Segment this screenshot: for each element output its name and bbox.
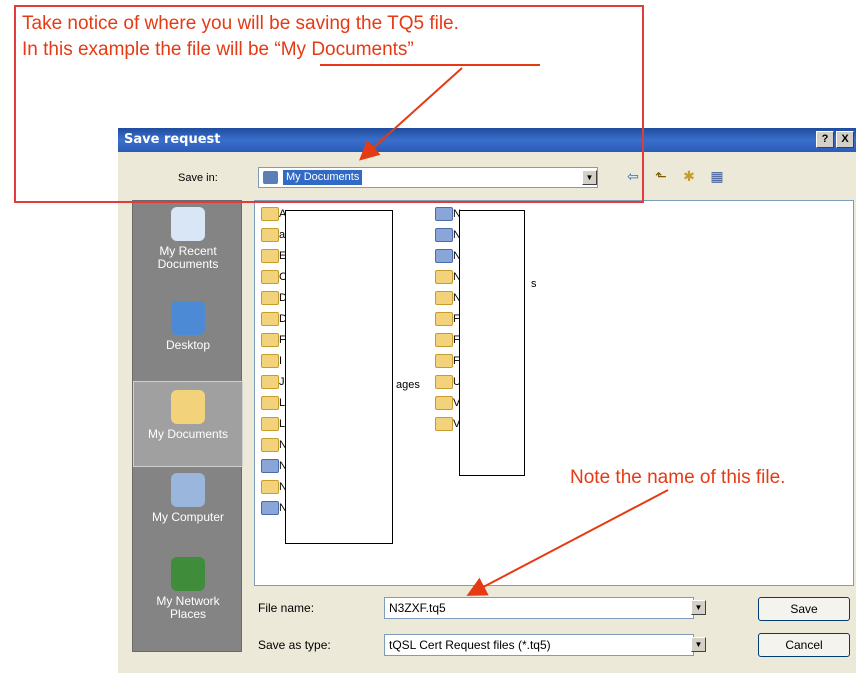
view-menu-icon[interactable]: ▦ [707,166,727,186]
folder-icon [435,396,453,410]
folder-icon [261,312,279,326]
place-my-computer[interactable]: My Computer [133,473,243,524]
file-name-fragment: J [279,376,285,388]
save-as-type-select[interactable]: tQSL Cert Request files (*.tq5) [384,634,694,656]
folder-icon [261,291,279,305]
folder-icon [435,291,453,305]
folder-icon [261,228,279,242]
place-label: My Recent [159,244,217,258]
annotation-line-2-quote: “My Documents” [274,39,414,60]
folder-icon [261,270,279,284]
folder-icon [435,417,453,431]
annotation-underline [320,64,540,66]
file-name-label: File name: [258,601,315,615]
folder-icon [435,228,453,242]
folder-icon [261,333,279,347]
place-label: My Network [156,594,220,608]
folder-icon [261,459,279,473]
recent-documents-icon [171,207,205,241]
redaction-box [459,210,525,476]
place-label: Documents [157,257,219,271]
desktop-icon [171,301,205,335]
folder-icon [261,438,279,452]
annotation-line-1: Take notice of where you will be saving … [22,13,459,34]
my-computer-icon [171,473,205,507]
file-list[interactable]: AaECDDFIJLLNNNN NNNNNFFFUVV s ages s [254,200,854,586]
place-label: My Documents [147,427,229,441]
save-as-type-label: Save as type: [258,638,331,652]
file-name-chevron-down-icon[interactable]: ▼ [691,600,706,615]
folder-icon [435,333,453,347]
folder-icon [435,354,453,368]
file-name-input[interactable]: N3ZXF.tq5 [384,597,694,619]
new-folder-icon[interactable]: ✱ [679,166,699,186]
annotation-line-2: In this example the file will be “My Doc… [22,38,414,62]
folder-icon [435,270,453,284]
my-network-places-icon [171,557,205,591]
up-one-level-icon[interactable]: ⬑ [651,166,671,186]
help-button[interactable]: ? [816,131,834,148]
folder-icon [261,480,279,494]
folder-icon [435,312,453,326]
place-desktop[interactable]: Desktop [133,301,243,352]
cancel-button[interactable]: Cancel [758,633,850,657]
close-button[interactable]: X [836,131,854,148]
place-label: My Computer [151,510,225,524]
annotation-line-2-prefix: In this example the file will be [22,39,275,60]
save-button[interactable]: Save [758,597,850,621]
folder-icon [261,501,279,515]
places-bar: My Recent Documents Desktop My Documents… [132,200,243,652]
folder-icon [261,354,279,368]
place-label: Desktop [165,338,211,352]
folder-icon [435,207,453,221]
place-label: Places [169,607,207,621]
annotation-note: Note the name of this file. [570,467,786,488]
place-my-recent-documents[interactable]: My Recent Documents [133,207,243,271]
folder-icon [261,249,279,263]
file-fragment: s [531,278,537,290]
redaction-box [285,210,393,544]
save-dialog: Save request ? X Save in: My Documents ▼… [118,128,856,673]
folder-icon [261,375,279,389]
save-as-type-chevron-down-icon[interactable]: ▼ [691,637,706,652]
folder-icon [261,417,279,431]
my-documents-icon [171,390,205,424]
folder-icon [435,375,453,389]
file-name-fragment: I [279,355,283,367]
place-my-network-places[interactable]: My Network Places [133,557,243,621]
place-my-documents[interactable]: My Documents [133,381,243,467]
folder-icon [261,207,279,221]
folder-icon [435,249,453,263]
folder-icon [261,396,279,410]
file-fragment: ages [396,379,420,391]
